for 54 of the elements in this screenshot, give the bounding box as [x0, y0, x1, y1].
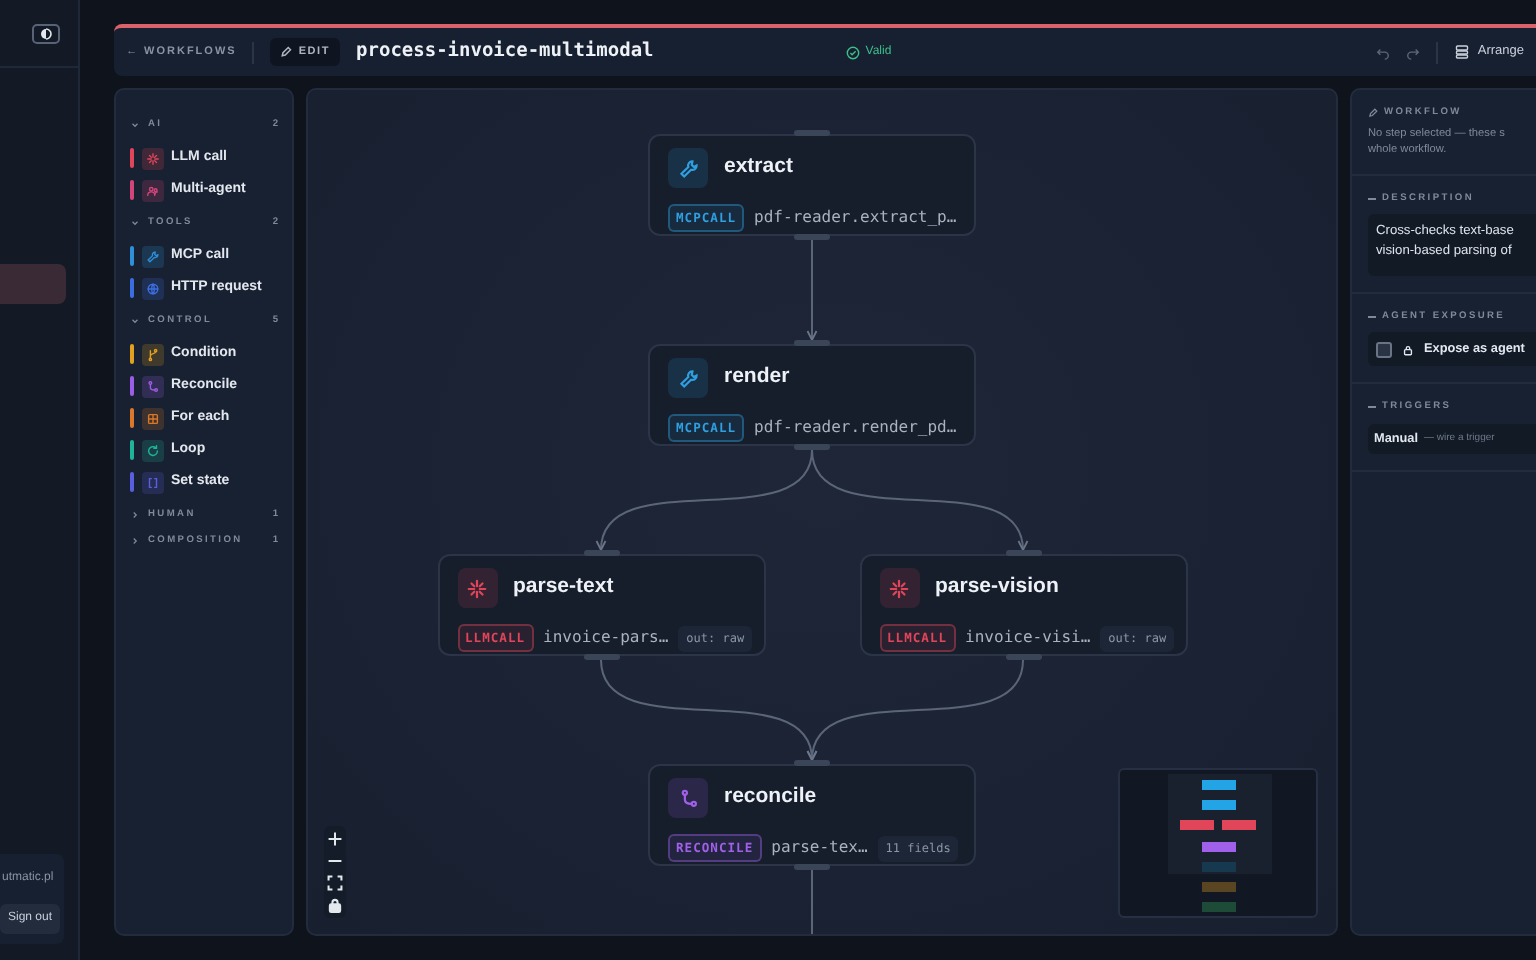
checkbox[interactable] — [1376, 341, 1392, 358]
node-detail: pdf-reader.render_pd… — [754, 416, 957, 441]
sparkle-icon — [466, 577, 488, 599]
node-detail: invoice-visi… — [965, 626, 1091, 651]
merge-icon — [677, 787, 699, 809]
pencil-icon — [1368, 108, 1378, 119]
sparkle-icon — [888, 577, 910, 599]
fit-view-icon — [326, 874, 344, 892]
node-handle[interactable] — [583, 550, 619, 556]
people-icon — [145, 183, 159, 197]
undo-icon — [1375, 45, 1390, 59]
plus-icon — [326, 830, 344, 848]
connector-arrow — [806, 239, 818, 341]
layers-icon — [1453, 44, 1470, 60]
node-handle[interactable] — [583, 654, 619, 660]
workflow-title: process-invoice-multimodal — [356, 37, 654, 66]
wrench-icon — [677, 367, 699, 389]
node-detail: pdf-reader.extract_p… — [754, 206, 957, 231]
zoom-in-button[interactable] — [326, 830, 344, 848]
connector-line — [811, 869, 813, 934]
check-circle-icon — [845, 45, 860, 59]
node-handle[interactable] — [794, 444, 830, 450]
node-handle[interactable] — [794, 760, 830, 766]
redo-icon — [1405, 45, 1420, 59]
wrench-icon — [677, 157, 699, 179]
lock-icon — [326, 896, 344, 914]
node-detail: parse-tex… — [771, 836, 868, 861]
fit-view-button[interactable] — [326, 874, 344, 892]
node-handle[interactable] — [1005, 550, 1041, 556]
merge-icon — [145, 379, 159, 393]
theme-toggle-icon[interactable] — [32, 23, 60, 43]
pencil-icon — [280, 46, 293, 58]
node-title: render — [724, 362, 790, 393]
grid-icon — [145, 411, 159, 425]
loop-icon — [145, 443, 159, 457]
node-title: parse-vision — [935, 572, 1059, 603]
sparkle-icon — [145, 151, 159, 165]
lock-button[interactable] — [326, 896, 344, 914]
wrench-icon — [145, 249, 159, 263]
node-title: extract — [724, 152, 793, 183]
lock-icon — [1402, 343, 1414, 356]
brackets-icon — [145, 475, 159, 489]
node-handle[interactable] — [794, 864, 830, 870]
node-detail: invoice-pars… — [543, 626, 669, 651]
node-handle[interactable] — [794, 234, 830, 240]
undo-button[interactable] — [1375, 45, 1390, 59]
branch-icon — [145, 347, 159, 361]
node-handle[interactable] — [794, 340, 830, 346]
redo-button[interactable] — [1405, 45, 1420, 59]
node-handle[interactable] — [794, 130, 830, 136]
globe-icon — [145, 281, 159, 295]
node-title: reconcile — [724, 782, 817, 813]
node-handle[interactable] — [1005, 654, 1041, 660]
node-title: parse-text — [513, 572, 614, 603]
